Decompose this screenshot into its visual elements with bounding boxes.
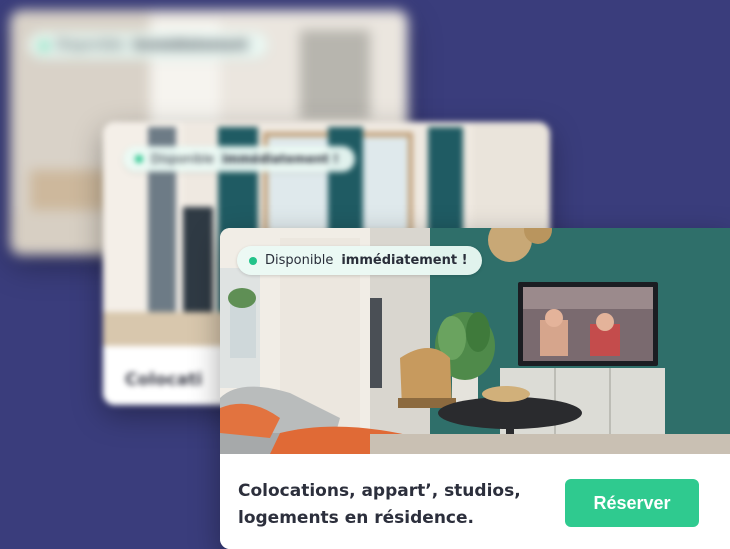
middle-badge-emphasis: immédiatement !: [222, 152, 339, 166]
reserve-button[interactable]: Réserver: [565, 479, 699, 527]
status-dot-icon: [135, 155, 143, 163]
front-card-caption-line2: logements en résidence.: [238, 508, 474, 528]
listing-cards-stage: Disponible immédiatement Disponible immé…: [0, 0, 730, 549]
status-dot-icon: [249, 256, 257, 265]
middle-card-caption: Colocati: [125, 370, 203, 390]
status-dot-icon: [40, 41, 48, 50]
front-card-caption-line1: Colocations, appart’, studios,: [238, 481, 521, 501]
front-badge-prefix: Disponible: [265, 253, 334, 268]
back-badge-emphasis: immédiatement: [132, 38, 249, 53]
front-badge-emphasis: immédiatement !: [341, 253, 468, 268]
middle-badge-prefix: Disponible: [151, 152, 215, 166]
middle-availability-badge: Disponible immédiatement !: [123, 146, 355, 172]
front-card-footer: Colocations, appart’, studios, logements…: [220, 454, 730, 549]
front-listing-card[interactable]: Disponible immédiatement ! Colocations, …: [220, 228, 730, 549]
back-availability-badge: Disponible immédiatement: [28, 32, 269, 59]
front-availability-badge: Disponible immédiatement !: [237, 246, 482, 275]
back-badge-prefix: Disponible: [56, 38, 125, 53]
